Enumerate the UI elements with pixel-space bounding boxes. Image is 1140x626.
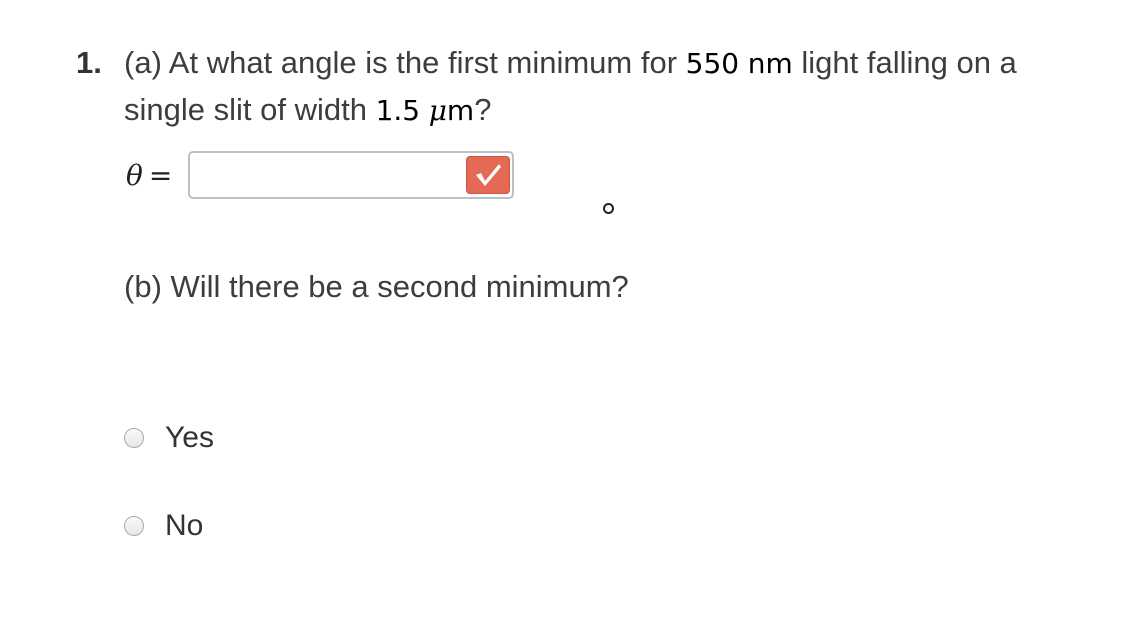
angle-input[interactable] [190,153,480,197]
radio-no[interactable] [124,516,144,536]
part-a-suffix: ? [474,92,492,127]
answer-row: θ = [126,150,514,200]
theta-symbol: θ [126,158,143,192]
option-no-label: No [165,509,204,542]
option-no[interactable]: No [124,506,203,546]
question-number: 1. [76,45,102,80]
slit-width-unit-mu: μ [428,94,447,127]
angle-input-box [188,151,514,199]
question-part-a-text: (a) At what angle is the first minimum f… [124,40,1104,134]
option-yes-label: Yes [165,421,214,454]
radio-yes[interactable] [124,428,144,448]
check-answer-button[interactable] [466,156,510,194]
slit-width-value: 1.5 [375,94,421,127]
checkmark-icon [476,164,501,186]
wavelength-unit: nm [747,47,793,80]
degree-symbol [603,203,614,214]
option-yes[interactable]: Yes [124,418,214,458]
wavelength-value: 550 [685,47,740,80]
part-a-prefix: (a) At what angle is the first minimum f… [124,45,686,80]
question-part-b-text: (b) Will there be a second minimum? [124,269,629,304]
slit-width-unit-m: m [446,94,475,127]
equals-sign: = [148,158,173,192]
theta-label: θ = [126,159,188,192]
